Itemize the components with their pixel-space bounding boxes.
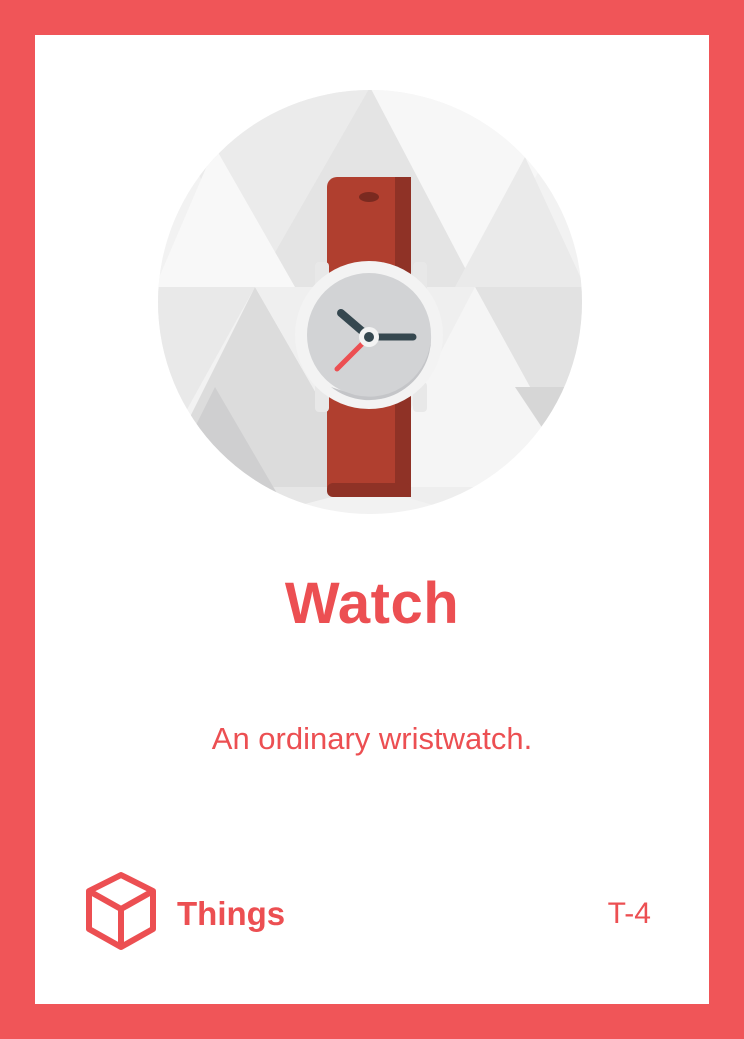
cube-icon [86,872,156,950]
card-description: An ordinary wristwatch. [211,721,533,756]
wristwatch-icon [158,90,582,514]
card-code: T-4 [607,897,651,930]
card: Watch An ordinary wristwatch. Things T-4 [35,35,709,1004]
card-category: Things [177,895,286,932]
card-title: Watch [284,571,460,636]
